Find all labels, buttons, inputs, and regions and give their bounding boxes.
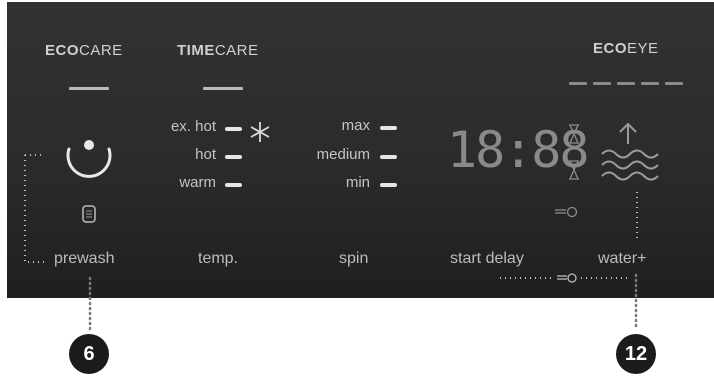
water-plus-button[interactable]: water+ — [598, 250, 646, 268]
callout-badge: 6 — [69, 334, 109, 374]
key-lock-icon — [557, 273, 577, 283]
temp-button[interactable]: temp. — [198, 250, 238, 268]
guide-lines — [24, 154, 638, 332]
callout-badge: 12 — [616, 334, 656, 374]
start-delay-button[interactable]: start delay — [450, 250, 524, 268]
spin-button[interactable]: spin — [339, 250, 368, 268]
prewash-button[interactable]: prewash — [54, 250, 114, 268]
